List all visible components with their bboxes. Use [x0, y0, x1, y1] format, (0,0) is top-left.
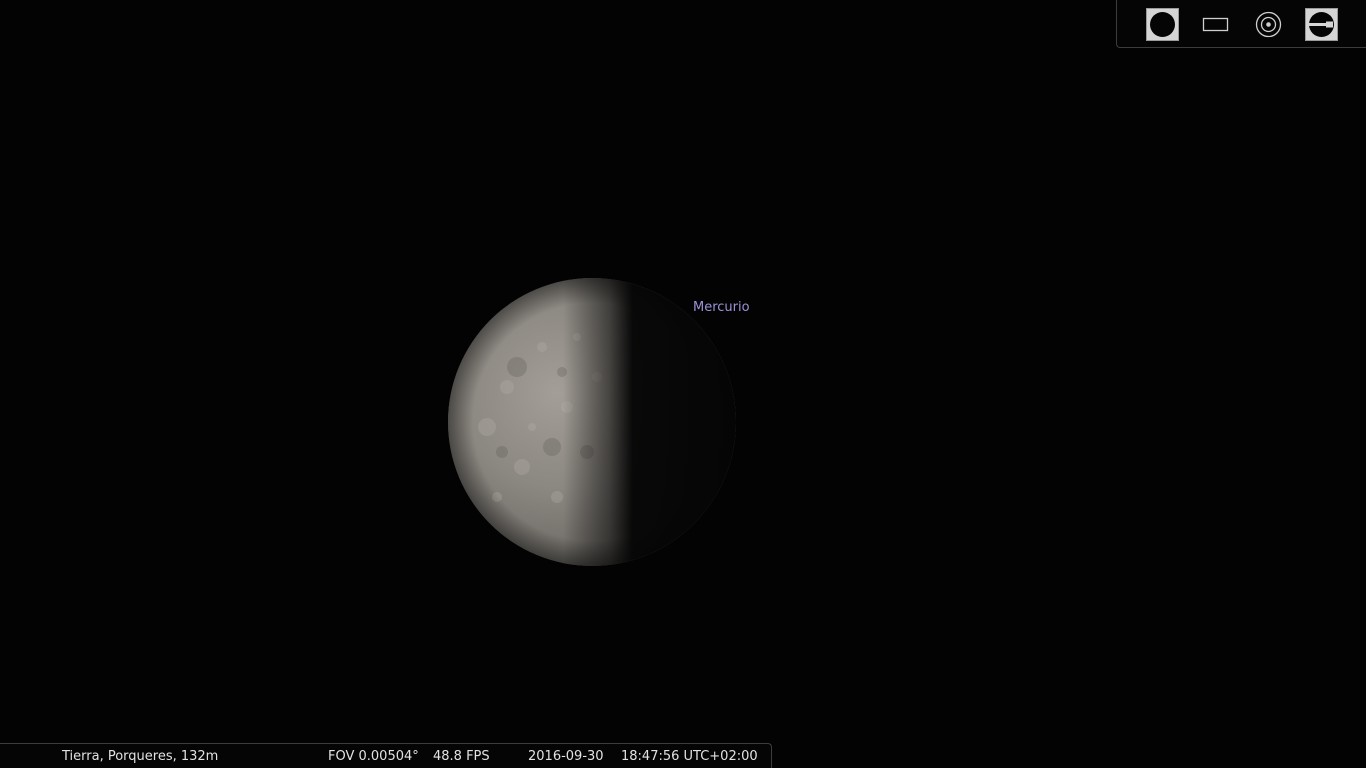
planet-disc-button[interactable] [1146, 8, 1179, 41]
target-circle-icon [1252, 8, 1285, 41]
ocular-button[interactable] [1305, 8, 1338, 41]
planet-surface [448, 278, 736, 566]
mercury-planet[interactable] [447, 277, 737, 567]
rectangle-button[interactable] [1199, 8, 1232, 41]
sky-view[interactable]: Mercurio [0, 0, 1366, 768]
time-text: 18:47:56 UTC+02:00 [621, 749, 758, 764]
ocular-icon [1306, 9, 1337, 40]
target-circle-button[interactable] [1252, 8, 1285, 41]
top-right-toolbar [1116, 0, 1366, 48]
date-text: 2016-09-30 [528, 749, 604, 764]
fps-text: 48.8 FPS [433, 749, 490, 764]
rectangle-icon [1199, 8, 1232, 41]
planet-disc-icon [1147, 9, 1178, 40]
location-text: Tierra, Porqueres, 132m [62, 749, 219, 764]
planet-name-label: Mercurio [693, 300, 750, 315]
status-bar: Tierra, Porqueres, 132m FOV 0.00504° 48.… [0, 743, 772, 768]
fov-text: FOV 0.00504° [328, 749, 419, 764]
